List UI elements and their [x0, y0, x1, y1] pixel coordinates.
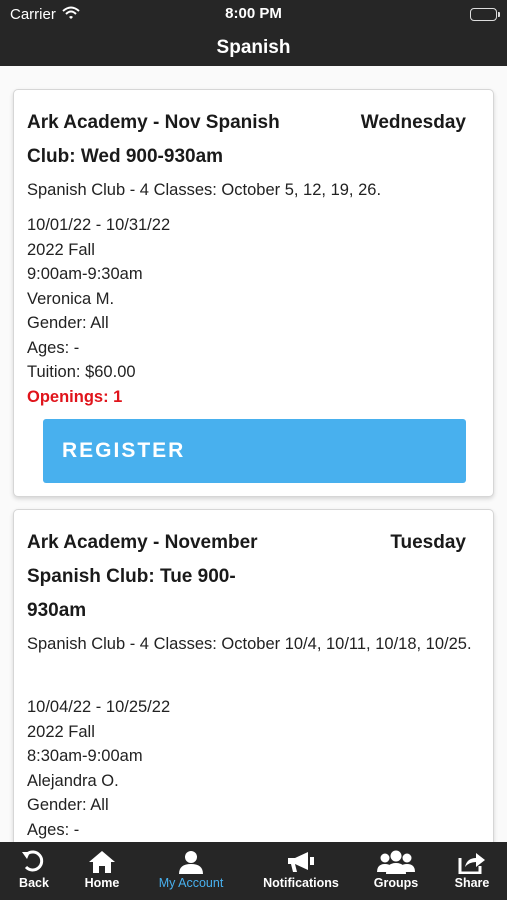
class-details: 10/01/22 - 10/31/22 2022 Fall 9:00am-9:3…: [27, 213, 170, 409]
class-card: Ark Academy - November Spanish Club: Tue…: [13, 509, 494, 842]
class-gender: Gender: All: [27, 796, 109, 814]
tab-home[interactable]: Home: [72, 842, 132, 900]
class-list[interactable]: Ark Academy - Nov Spanish Club: Wed 900-…: [0, 66, 507, 842]
class-time: 9:00am-9:30am: [27, 265, 143, 283]
tab-groups-label: Groups: [373, 876, 419, 890]
class-term: 2022 Fall: [27, 722, 95, 741]
navigation-bar: Spanish: [0, 30, 507, 66]
battery-icon: [470, 8, 500, 21]
class-dates: 10/01/22 - 10/31/22: [27, 216, 171, 234]
class-gender: Gender: All: [27, 314, 109, 332]
back-icon: [22, 850, 44, 872]
class-instructor: Alejandra O.: [27, 771, 119, 790]
tab-groups[interactable]: Groups: [366, 842, 426, 900]
class-tuition: Tuition: $60.00: [27, 363, 136, 381]
tab-share[interactable]: Share: [446, 842, 498, 900]
account-icon: [179, 851, 203, 874]
tab-my-account[interactable]: My Account: [148, 842, 234, 900]
class-term: 2022 Fall: [27, 240, 95, 259]
tab-my-account-label: My Account: [158, 876, 224, 890]
tab-bar: Back Home My Account Notifications Group…: [0, 842, 507, 900]
groups-icon: [377, 850, 415, 874]
tab-notifications-label: Notifications: [263, 876, 339, 890]
class-dates: 10/04/22 - 10/25/22: [27, 698, 171, 716]
share-icon: [458, 853, 485, 874]
class-description: Spanish Club - 4 Classes: October 10/4, …: [27, 635, 472, 653]
tab-back[interactable]: Back: [0, 842, 68, 900]
class-openings: Openings: 1: [27, 387, 123, 406]
class-day: Wednesday: [360, 112, 466, 133]
page-title: Spanish: [216, 37, 291, 58]
class-day: Tuesday: [390, 532, 466, 553]
class-ages: Ages: -: [27, 338, 80, 357]
class-description: Spanish Club - 4 Classes: October 5, 12,…: [27, 181, 382, 199]
tab-home-label: Home: [84, 876, 120, 890]
tab-share-label: Share: [454, 876, 490, 890]
clock: 8:00 PM: [225, 5, 282, 22]
class-ages: Ages: -: [27, 820, 80, 839]
class-card: Ark Academy - Nov Spanish Club: Wed 900-…: [13, 89, 494, 497]
class-time: 8:30am-9:00am: [27, 747, 143, 765]
register-button[interactable]: REGISTER: [43, 419, 466, 483]
class-title: Ark Academy - November Spanish Club: Tue…: [27, 532, 258, 621]
class-instructor: Veronica M.: [27, 289, 115, 308]
tab-back-label: Back: [19, 876, 49, 890]
class-title: Ark Academy - Nov Spanish Club: Wed 900-…: [27, 112, 280, 167]
home-icon: [89, 851, 115, 873]
status-bar: Carrier 8:00 PM: [0, 0, 507, 30]
tab-notifications[interactable]: Notifications: [256, 842, 346, 900]
megaphone-icon: [288, 852, 314, 872]
class-details: 10/04/22 - 10/25/22 2022 Fall 8:30am-9:0…: [27, 695, 170, 842]
